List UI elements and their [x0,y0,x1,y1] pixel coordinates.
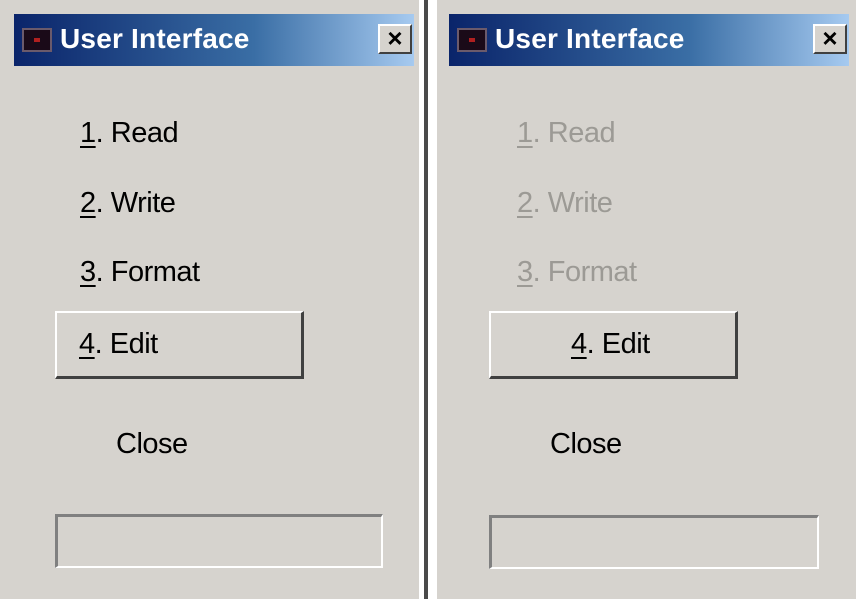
edit-button-content: 4. Edit [79,328,158,361]
menu-item-number: 3 [80,256,96,288]
menu-item-label: . Write [95,187,176,219]
title-bar[interactable]: User Interface × [449,14,849,66]
edit-button[interactable]: 4. Edit [55,311,304,379]
menu-item-number: 3 [517,256,533,288]
close-icon[interactable]: × [378,24,412,54]
menu-item-label: . Edit [94,328,159,360]
close-button[interactable]: Close [550,428,622,461]
window-title: User Interface [495,23,685,54]
menu-item-label: . Read [95,117,179,149]
menu-item-label: . Write [532,187,613,219]
app-icon[interactable] [457,28,487,52]
menu-item-number: 2 [80,187,96,219]
screenshot-stage: User Interface × 1. Read 2. Write 3. For… [0,0,856,599]
menu-item-write-disabled: 2. Write [517,187,613,220]
status-field[interactable] [489,515,819,569]
menu-item-label: . Read [532,117,616,149]
menu-item-number: 1 [517,117,533,149]
close-icon[interactable]: × [813,24,847,54]
menu-item-read-disabled: 1. Read [517,117,616,150]
menu-item-format[interactable]: 3. Format [80,256,200,289]
menu-item-number: 1 [80,117,96,149]
menu-item-label: . Edit [586,328,651,360]
menu-item-write[interactable]: 2. Write [80,187,176,220]
window-divider [422,0,434,599]
menu-item-number: 4 [79,328,95,360]
menu-item-label: . Format [532,256,637,288]
window-title: User Interface [60,23,250,54]
menu-item-label: . Format [95,256,200,288]
edit-button[interactable]: 4. Edit [489,311,738,379]
menu-item-number: 4 [571,328,587,360]
status-field[interactable] [55,514,383,568]
edit-button-content: 4. Edit [571,328,650,361]
close-button[interactable]: Close [116,428,188,461]
menu-item-number: 2 [517,187,533,219]
menu-item-read[interactable]: 1. Read [80,117,179,150]
app-icon[interactable] [22,28,52,52]
title-bar[interactable]: User Interface × [14,14,414,66]
dialog-window-enabled: User Interface × 1. Read 2. Write 3. For… [0,0,419,599]
menu-item-format-disabled: 3. Format [517,256,637,289]
dialog-window-disabled: User Interface × 1. Read 2. Write 3. For… [437,0,856,599]
